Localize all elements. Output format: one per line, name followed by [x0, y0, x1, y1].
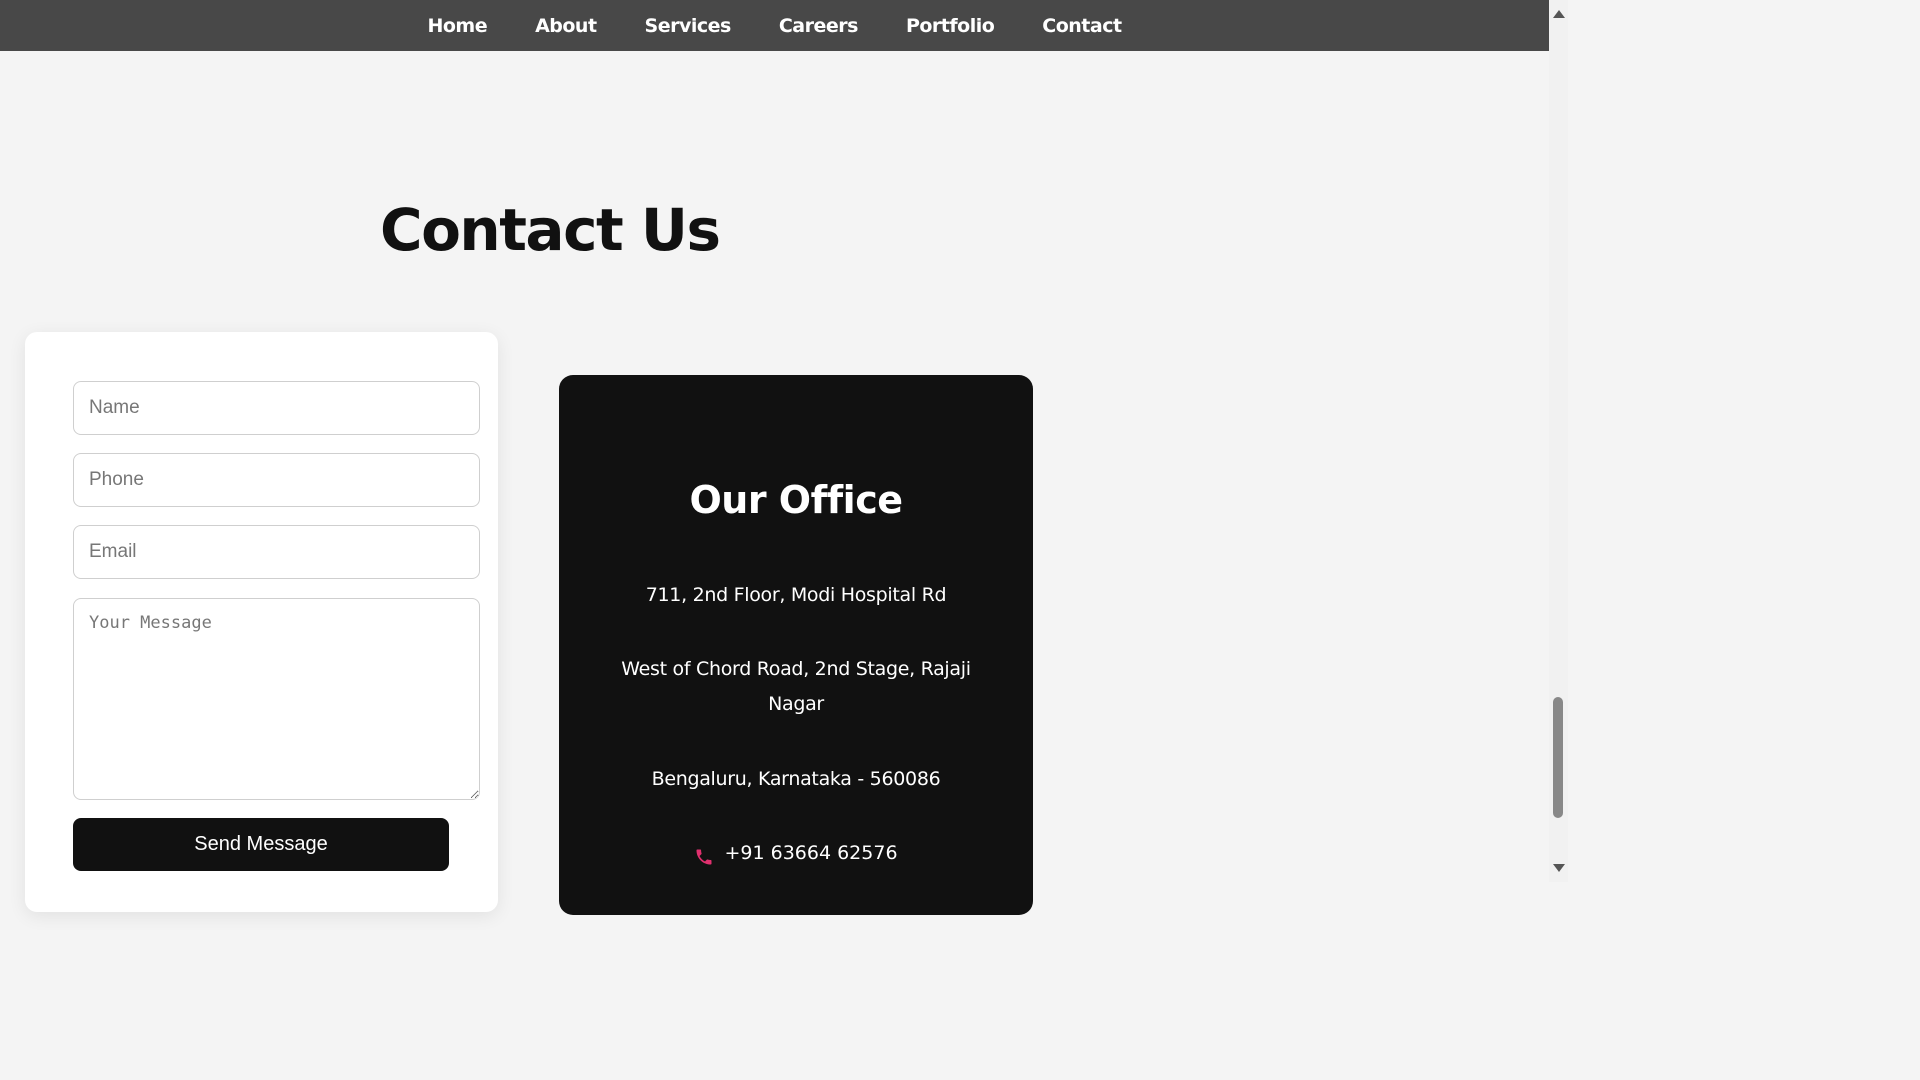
nav-item-careers[interactable]: Careers [755, 15, 882, 37]
contact-form-card: Send Message [25, 332, 498, 912]
office-phone-number: +91 63664 62576 [724, 842, 898, 864]
office-address-line2: West of Chord Road, 2nd Stage, Rajaji Na… [621, 658, 971, 715]
nav-item-services[interactable]: Services [621, 15, 755, 37]
scroll-down-arrow-icon[interactable] [1553, 864, 1565, 872]
scroll-up-arrow-icon[interactable] [1553, 10, 1565, 18]
office-info-card: Our Office 711, 2nd Floor, Modi Hospital… [559, 375, 1033, 915]
office-title: Our Office [689, 478, 903, 522]
nav-item-contact[interactable]: Contact [1018, 15, 1145, 37]
nav-item-about[interactable]: About [511, 15, 620, 37]
page-scrollbar[interactable] [1549, 0, 1568, 882]
name-input[interactable] [73, 381, 480, 435]
nav-list: Home About Services Careers Portfolio Co… [403, 15, 1145, 37]
office-address-line3: Bengaluru, Karnataka - 560086 [651, 768, 941, 790]
office-address-line1: 711, 2nd Floor, Modi Hospital Rd [645, 584, 947, 606]
message-textarea[interactable] [73, 598, 480, 800]
nav-item-portfolio[interactable]: Portfolio [882, 15, 1018, 37]
office-phone-row[interactable]: +91 63664 62576 [559, 836, 1033, 871]
top-navbar: Home About Services Careers Portfolio Co… [0, 0, 1549, 51]
phone-input[interactable] [73, 453, 480, 507]
send-message-button[interactable]: Send Message [73, 818, 449, 871]
nav-item-home[interactable]: Home [403, 15, 511, 37]
scrollbar-thumb[interactable] [1553, 697, 1563, 818]
page-title: Contact Us [380, 196, 721, 264]
email-input[interactable] [73, 525, 480, 579]
phone-icon [694, 844, 714, 864]
